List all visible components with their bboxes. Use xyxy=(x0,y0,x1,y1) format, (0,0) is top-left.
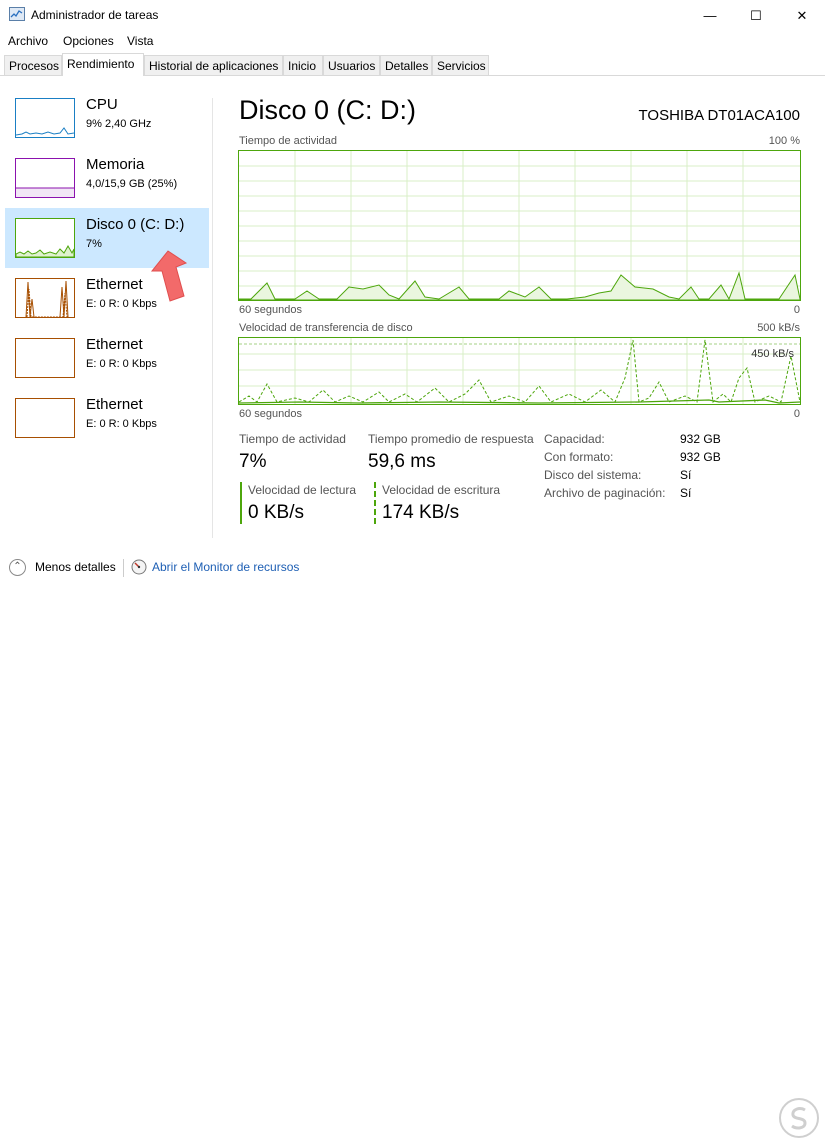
sidebar-item-label: Ethernet xyxy=(86,336,143,353)
sidebar-item-label: CPU xyxy=(86,96,118,113)
response-stat-label: Tiempo promedio de respuesta xyxy=(368,432,534,446)
capacity-value: 932 GB xyxy=(680,432,721,446)
page-file-label: Archivo de paginación: xyxy=(544,486,666,500)
open-resource-monitor-link[interactable]: Abrir el Monitor de recursos xyxy=(152,560,299,574)
footer-separator xyxy=(123,559,124,577)
activity-graph-max: 100 % xyxy=(768,135,800,147)
sidebar-item-ethernet-3[interactable]: Ethernet E: 0 R: 0 Kbps xyxy=(5,388,209,448)
sidebar-item-ethernet-2[interactable]: Ethernet E: 0 R: 0 Kbps xyxy=(5,328,209,388)
title-bar: Administrador de tareas — ☐ ✕ xyxy=(0,0,825,31)
write-indicator-bar xyxy=(374,482,376,524)
activity-stat-label: Tiempo de actividad xyxy=(239,432,346,446)
footer-bar: ⌃ Menos detalles Abrir el Monitor de rec… xyxy=(0,549,825,1138)
write-stat-value: 174 KB/s xyxy=(382,502,460,523)
disk-thumbnail-graph xyxy=(15,218,75,258)
watermark-logo xyxy=(779,1098,819,1138)
tab-inicio[interactable]: Inicio xyxy=(283,55,323,75)
page-title: Disco 0 (C: D:) xyxy=(239,95,417,125)
tab-detalles[interactable]: Detalles xyxy=(380,55,432,75)
sidebar-item-subtitle: 7% xyxy=(86,238,102,250)
window-title: Administrador de tareas xyxy=(31,8,159,22)
menu-opciones[interactable]: Opciones xyxy=(63,34,114,48)
performance-panel: CPU 9% 2,40 GHz Memoria 4,0/15,9 GB (25%… xyxy=(0,76,825,547)
page-file-value: Sí xyxy=(680,486,692,500)
ethernet-thumbnail-graph xyxy=(15,398,75,438)
chevron-up-icon[interactable]: ⌃ xyxy=(9,559,26,576)
write-stat-label: Velocidad de escritura xyxy=(382,483,501,497)
activity-graph xyxy=(238,150,801,301)
sidebar-item-memoria[interactable]: Memoria 4,0/15,9 GB (25%) xyxy=(5,148,209,208)
ethernet-thumbnail-graph xyxy=(15,338,75,378)
device-name: TOSHIBA DT01ACA100 xyxy=(638,107,800,124)
sidebar-item-subtitle: E: 0 R: 0 Kbps xyxy=(86,358,157,370)
activity-stat-value: 7% xyxy=(239,451,267,472)
menu-vista[interactable]: Vista xyxy=(127,34,153,48)
formatted-label: Con formato: xyxy=(544,450,614,464)
transfer-graph xyxy=(238,337,801,405)
activity-graph-min: 0 xyxy=(793,304,800,316)
formatted-value: 932 GB xyxy=(680,450,721,464)
minimize-button[interactable]: — xyxy=(687,0,733,31)
sidebar-item-subtitle: E: 0 R: 0 Kbps xyxy=(86,298,157,310)
transfer-graph-min: 0 xyxy=(793,408,800,420)
read-indicator-bar xyxy=(240,482,242,524)
tab-historial[interactable]: Historial de aplicaciones xyxy=(144,55,283,75)
sidebar-item-subtitle: 4,0/15,9 GB (25%) xyxy=(86,178,178,190)
tab-strip: Procesos Rendimiento Historial de aplica… xyxy=(0,53,825,76)
read-stat-value: 0 KB/s xyxy=(248,502,304,523)
task-manager-icon xyxy=(9,7,25,21)
panel-divider xyxy=(212,98,213,538)
red-arrow-icon xyxy=(150,250,188,302)
sidebar-item-cpu[interactable]: CPU 9% 2,40 GHz xyxy=(5,88,209,148)
tab-procesos[interactable]: Procesos xyxy=(4,55,62,75)
sidebar-item-label: Memoria xyxy=(86,156,145,173)
fewer-details-button[interactable]: Menos detalles xyxy=(35,560,116,574)
cpu-thumbnail-graph xyxy=(15,98,75,138)
resource-monitor-icon xyxy=(131,559,147,575)
tab-usuarios[interactable]: Usuarios xyxy=(323,55,380,75)
sidebar-item-label: Ethernet xyxy=(86,396,143,413)
maximize-button[interactable]: ☐ xyxy=(733,0,779,31)
system-disk-value: Sí xyxy=(680,468,692,482)
menu-archivo[interactable]: Archivo xyxy=(8,34,48,48)
response-stat-value: 59,6 ms xyxy=(368,451,436,472)
transfer-graph-line-label: 450 kB/s xyxy=(751,348,794,360)
transfer-graph-time: 60 segundos xyxy=(239,408,302,420)
ethernet-thumbnail-graph xyxy=(15,278,75,318)
tab-servicios[interactable]: Servicios xyxy=(432,55,489,75)
transfer-graph-label: Velocidad de transferencia de disco xyxy=(239,322,413,334)
sidebar-item-subtitle: E: 0 R: 0 Kbps xyxy=(86,418,157,430)
read-stat-label: Velocidad de lectura xyxy=(248,483,357,497)
sidebar-item-subtitle: 9% 2,40 GHz xyxy=(86,118,152,130)
activity-graph-time: 60 segundos xyxy=(239,304,302,316)
tab-rendimiento[interactable]: Rendimiento xyxy=(62,53,144,76)
capacity-label: Capacidad: xyxy=(544,432,605,446)
memory-thumbnail-graph xyxy=(15,158,75,198)
sidebar-item-label: Disco 0 (C: D:) xyxy=(86,216,185,233)
system-disk-label: Disco del sistema: xyxy=(544,468,642,482)
sidebar-item-label: Ethernet xyxy=(86,276,143,293)
close-button[interactable]: ✕ xyxy=(779,0,825,31)
activity-graph-label: Tiempo de actividad xyxy=(239,135,338,147)
transfer-graph-max: 500 kB/s xyxy=(757,322,800,334)
menu-bar: Archivo Opciones Vista xyxy=(0,31,825,51)
